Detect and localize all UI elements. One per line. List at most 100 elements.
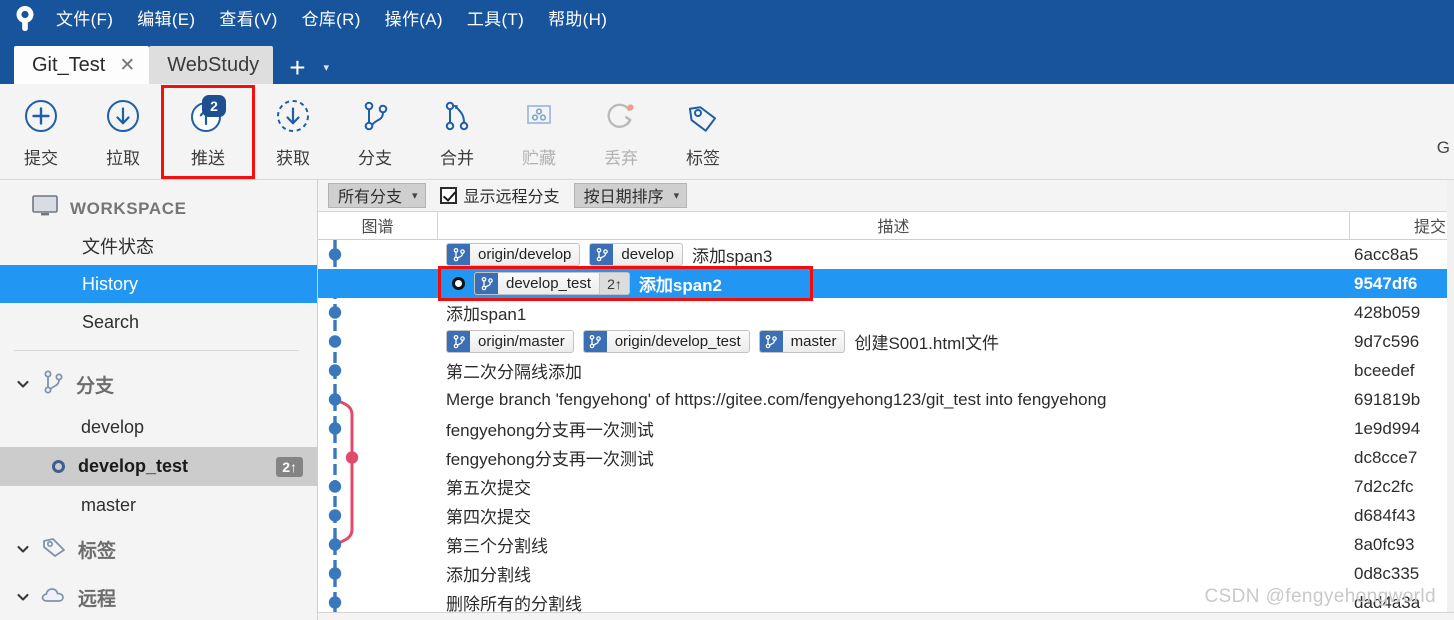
menu-tools[interactable]: 工具(T) xyxy=(467,11,524,28)
commit-button[interactable]: 提交 xyxy=(0,88,82,176)
history-row-description-cell: fengyehong分支再一次测试 xyxy=(438,445,1350,470)
history-row[interactable]: Merge branch 'fengyehong' of https://git… xyxy=(318,385,1454,414)
sidebar-group-remotes[interactable]: 远程 xyxy=(0,573,317,620)
branch-ref-chip[interactable]: origin/develop xyxy=(446,243,581,267)
menu-repository[interactable]: 仓库(R) xyxy=(302,11,361,28)
branch-button-label: 分支 xyxy=(358,148,392,168)
sidebar-branch-develop-test[interactable]: develop_test 2↑ xyxy=(0,447,317,486)
history-row[interactable]: develop_test 2↑ 添加span2 9547df6 xyxy=(318,269,1454,299)
sourcetree-logo-icon xyxy=(8,2,42,36)
chevron-down-icon[interactable] xyxy=(16,590,30,604)
history-row-description-cell: origin/develop develop 添加span3 xyxy=(438,242,1350,267)
sidebar-branch-develop[interactable]: develop xyxy=(0,408,317,447)
branch-name: master xyxy=(81,495,137,515)
show-remote-branches-label: 显示远程分支 xyxy=(463,189,560,207)
branch-filter-dropdown[interactable]: 所有分支 ▾ xyxy=(328,182,426,208)
history-row[interactable]: 第二次分隔线添加 bceedef xyxy=(318,356,1454,385)
history-row[interactable]: origin/develop develop 添加span3 6acc8a5 xyxy=(318,240,1454,269)
sidebar-divider xyxy=(14,350,299,351)
branch-ref-icon xyxy=(583,331,607,353)
commit-hash: 0d8c335 xyxy=(1354,563,1420,583)
branch-ref-chip[interactable]: develop xyxy=(589,243,683,267)
sidebar-item-file-status[interactable]: 文件状态 xyxy=(0,227,317,265)
menu-edit[interactable]: 编辑(E) xyxy=(137,11,195,28)
sidebar-group-branches[interactable]: 分支 xyxy=(0,360,317,408)
main-toolbar: 提交 拉取 2 推送 获取 分支 合并 贮藏 丢弃 标签 G xyxy=(0,84,1454,180)
menu-actions[interactable]: 操作(A) xyxy=(385,11,443,28)
workspace-header: WORKSPACE xyxy=(0,190,317,227)
checkbox-icon[interactable] xyxy=(439,186,457,204)
tab-label: WebStudy xyxy=(167,53,260,76)
tab-label: Git_Test xyxy=(32,53,106,76)
column-header-description[interactable]: 描述 xyxy=(438,211,1350,240)
history-row-graph-cell xyxy=(318,501,438,530)
history-table-header: 图谱 描述 提交 xyxy=(318,211,1454,241)
add-tab-icon[interactable]: + xyxy=(289,54,305,82)
monitor-icon xyxy=(32,195,58,222)
sidebar-item-history[interactable]: History xyxy=(0,265,317,303)
menu-help[interactable]: 帮助(H) xyxy=(548,11,607,28)
branch-ref-chip[interactable]: origin/develop_test xyxy=(582,330,750,354)
branch-ref-chip[interactable]: origin/master xyxy=(446,330,574,354)
stash-icon xyxy=(518,95,560,137)
history-row-description-cell: 添加span1 xyxy=(438,300,1350,325)
sidebar-group-tags[interactable]: 标签 xyxy=(0,525,317,573)
history-row[interactable]: fengyehong分支再一次测试 dc8cce7 xyxy=(318,443,1454,472)
vertical-scrollbar[interactable] xyxy=(1447,180,1454,620)
history-row-description-cell: 添加分割线 xyxy=(438,561,1350,586)
branch-name: develop_test xyxy=(78,456,189,476)
history-row-graph-cell xyxy=(318,530,438,559)
watermark-text: CSDN @fengyehongworld xyxy=(1204,586,1436,607)
push-button[interactable]: 2 推送 xyxy=(161,84,255,179)
branch-button[interactable]: 分支 xyxy=(334,88,416,176)
chevron-down-icon[interactable]: ▾ xyxy=(324,63,330,74)
tab-git-test[interactable]: Git_Test ✕ xyxy=(14,46,150,84)
commit-hash: dc8cce7 xyxy=(1354,447,1418,467)
history-row[interactable]: 第五次提交 7d2c2fc xyxy=(318,472,1454,501)
menu-file[interactable]: 文件(F) xyxy=(56,11,113,28)
sidebar-group-label: 分支 xyxy=(76,375,115,397)
arrow-up-circle-icon: 2 xyxy=(187,94,229,137)
chevron-down-icon[interactable] xyxy=(16,542,30,556)
history-row[interactable]: origin/master origin/develop_test master 创建… xyxy=(318,327,1454,356)
sort-dropdown[interactable]: 按日期排序 ▾ xyxy=(573,182,688,208)
column-header-graph-label: 图谱 xyxy=(361,219,394,237)
commit-button-label: 提交 xyxy=(24,148,58,168)
tab-webstudy[interactable]: WebStudy xyxy=(149,46,274,84)
history-table-body[interactable]: origin/develop develop 添加span3 6acc8a5 devel… xyxy=(318,240,1454,620)
history-row[interactable]: 添加分割线 0d8c335 xyxy=(318,559,1454,588)
branch-ref-icon xyxy=(759,331,783,353)
branch-ref-chip[interactable]: master xyxy=(758,330,846,354)
history-row[interactable]: fengyehong分支再一次测试 1e9d994 xyxy=(318,414,1454,443)
cloud-icon xyxy=(41,585,67,610)
commit-hash: 6acc8a5 xyxy=(1354,244,1419,264)
column-header-description-label: 描述 xyxy=(877,219,910,237)
tag-button-label: 标签 xyxy=(686,148,720,168)
column-header-graph[interactable]: 图谱 xyxy=(318,211,438,240)
sidebar-group-label: 标签 xyxy=(78,540,117,562)
commit-message: fengyehong分支再一次测试 xyxy=(446,421,654,441)
branch-filter-value: 所有分支 xyxy=(338,189,403,207)
sidebar-item-search[interactable]: Search xyxy=(0,303,317,341)
column-header-commit[interactable]: 提交 xyxy=(1350,212,1454,239)
show-remote-branches-checkbox[interactable]: 显示远程分支 xyxy=(439,183,560,207)
history-row[interactable]: 第三个分割线 8a0fc93 xyxy=(318,530,1454,559)
pull-button[interactable]: 拉取 xyxy=(82,88,164,176)
branch-ref-chip[interactable]: develop_test 2↑ xyxy=(474,272,630,296)
history-panel: 所有分支 ▾ 显示远程分支 按日期排序 ▾ 图谱 描述 提交 origin/de… xyxy=(318,180,1454,620)
fetch-button[interactable]: 获取 xyxy=(252,88,334,176)
history-row-description-cell: develop_test 2↑ 添加span2 xyxy=(438,271,1350,296)
chevron-down-icon[interactable] xyxy=(16,377,30,391)
history-row-graph-cell xyxy=(318,298,438,327)
close-icon[interactable]: ✕ xyxy=(119,56,135,75)
stash-button[interactable]: 贮藏 xyxy=(498,88,580,176)
discard-button[interactable]: 丢弃 xyxy=(580,88,662,176)
menu-view[interactable]: 查看(V) xyxy=(219,11,277,28)
history-row[interactable]: 第四次提交 d684f43 xyxy=(318,501,1454,530)
tag-button[interactable]: 标签 xyxy=(662,88,744,176)
commit-hash: 9d7c596 xyxy=(1354,331,1420,351)
merge-button[interactable]: 合并 xyxy=(416,88,498,176)
history-row-graph-cell xyxy=(318,443,438,472)
sidebar-branch-master[interactable]: master xyxy=(0,486,317,525)
history-row[interactable]: 添加span1 428b059 xyxy=(318,298,1454,327)
